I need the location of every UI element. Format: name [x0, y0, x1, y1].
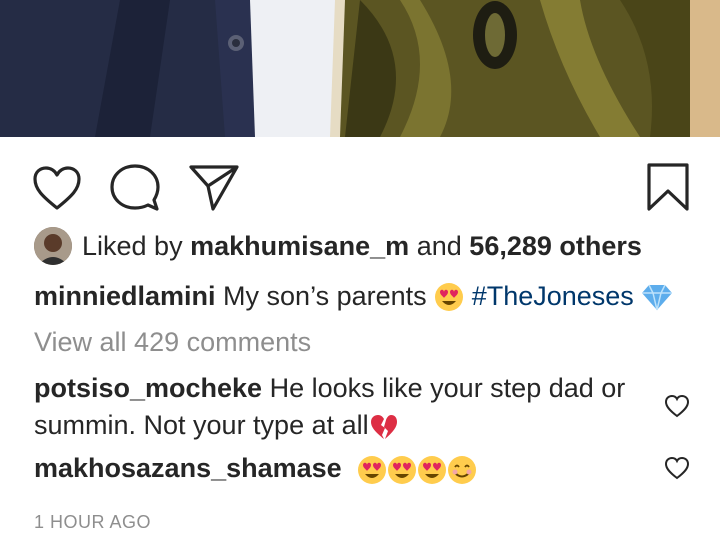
post-timestamp: 1 HOUR AGO — [34, 512, 152, 532]
comment-text-line2: summin. Not your type at all — [34, 410, 369, 440]
liked-by-and: and — [416, 230, 462, 261]
view-all-comments-link[interactable]: View all 429 comments — [34, 327, 311, 358]
heart-icon[interactable] — [32, 165, 82, 211]
post-caption: minniedlamini My son’s parents #TheJones… — [34, 281, 673, 312]
smiling-emoji — [447, 455, 476, 484]
caption-hashtag[interactable]: #TheJoneses — [472, 281, 634, 312]
caption-username[interactable]: minniedlamini — [34, 281, 216, 312]
comment-username[interactable]: makhosazans_shamase — [34, 453, 342, 483]
comment-like-heart-icon[interactable] — [664, 394, 690, 418]
comment-text: He looks like your step dad or — [269, 373, 626, 403]
heart-eyes-emoji — [357, 455, 386, 484]
comment-icon[interactable] — [110, 164, 160, 212]
comment-item: makhosazans_shamase — [34, 450, 634, 487]
caption-text: My son’s parents — [223, 281, 427, 311]
post-photo[interactable] — [0, 0, 720, 137]
liked-by-prefix: Liked by — [82, 230, 183, 261]
likes-summary[interactable]: Liked by makhumisane_m and 56,289 others — [34, 226, 642, 266]
comment-username[interactable]: potsiso_mocheke — [34, 373, 262, 403]
heart-eyes-emoji — [387, 455, 416, 484]
heart-eyes-emoji — [435, 282, 464, 311]
bookmark-icon[interactable] — [646, 162, 690, 212]
broken-heart-emoji — [370, 414, 397, 439]
gem-emoji — [642, 284, 673, 310]
post-actions-bar — [0, 150, 720, 230]
liked-by-user[interactable]: makhumisane_m — [190, 231, 409, 262]
liked-by-others[interactable]: 56,289 others — [469, 231, 642, 262]
share-icon[interactable] — [188, 164, 240, 212]
heart-eyes-emoji — [417, 455, 446, 484]
comment-item: potsiso_mocheke He looks like your step … — [34, 370, 634, 444]
avatar[interactable] — [34, 227, 72, 265]
comment-like-heart-icon[interactable] — [664, 456, 690, 480]
